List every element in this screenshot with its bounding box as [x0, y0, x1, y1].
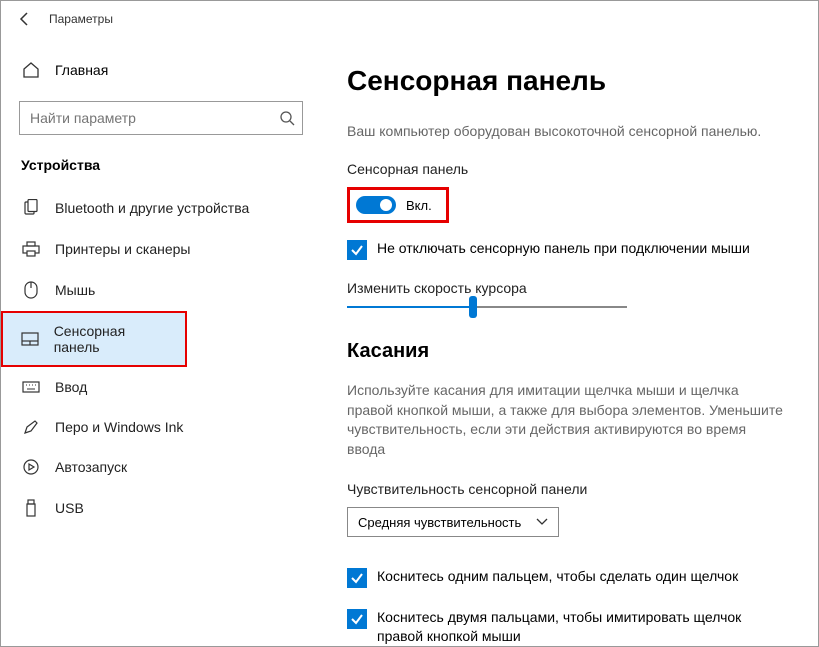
- autoplay-icon: [21, 459, 41, 475]
- nav-item-autoplay[interactable]: Автозапуск: [1, 447, 321, 487]
- nav-item-typing[interactable]: Ввод: [1, 367, 321, 407]
- nav-item-usb[interactable]: USB: [1, 487, 321, 529]
- bluetooth-icon: [21, 199, 41, 217]
- section-label: Устройства: [1, 157, 321, 187]
- cursor-speed-setting: Изменить скорость курсора: [347, 280, 792, 308]
- tap-double-row: Коснитесь двумя пальцами, чтобы имитиров…: [347, 608, 787, 646]
- pen-icon: [21, 419, 41, 435]
- nav-item-bluetooth[interactable]: Bluetooth и другие устройства: [1, 187, 321, 229]
- check-icon: [350, 571, 364, 585]
- slider-fill: [347, 306, 473, 308]
- nav-item-label: Мышь: [55, 282, 95, 298]
- home-icon: [21, 61, 41, 79]
- nav-item-label: Bluetooth и другие устройства: [55, 200, 249, 216]
- nav-item-label: Сенсорная панель: [54, 323, 167, 355]
- tap-single-checkbox[interactable]: [347, 568, 367, 588]
- tap-single-row: Коснитесь одним пальцем, чтобы сделать о…: [347, 567, 787, 588]
- back-button[interactable]: [9, 3, 41, 35]
- slider-thumb[interactable]: [469, 296, 477, 318]
- highlight-toggle: Вкл.: [347, 187, 449, 223]
- nav-home[interactable]: Главная: [1, 53, 321, 87]
- main-content: Сенсорная панель Ваш компьютер оборудова…: [321, 37, 818, 646]
- toggle-state: Вкл.: [406, 198, 432, 213]
- search-wrap: [19, 101, 303, 135]
- cursor-speed-label: Изменить скорость курсора: [347, 280, 792, 296]
- touches-heading: Касания: [347, 340, 792, 363]
- keep-on-mouse-row: Не отключать сенсорную панель при подклю…: [347, 239, 787, 260]
- search-icon: [279, 110, 295, 126]
- page-title: Сенсорная панель: [347, 65, 792, 97]
- check-icon: [350, 243, 364, 257]
- nav-item-label: Перо и Windows Ink: [55, 419, 183, 435]
- nav-item-label: Принтеры и сканеры: [55, 241, 190, 257]
- cursor-speed-slider[interactable]: [347, 306, 627, 308]
- printer-icon: [21, 241, 41, 257]
- sidebar: Главная Устройства Bluetooth и другие ус…: [1, 37, 321, 646]
- keep-on-mouse-checkbox[interactable]: [347, 240, 367, 260]
- tap-double-label: Коснитесь двумя пальцами, чтобы имитиров…: [377, 608, 787, 646]
- nav-item-mouse[interactable]: Мышь: [1, 269, 321, 311]
- usb-icon: [21, 499, 41, 517]
- touchpad-toggle-label: Сенсорная панель: [347, 161, 792, 177]
- touchpad-toggle[interactable]: [356, 196, 396, 214]
- sensitivity-value: Средняя чувствительность: [358, 515, 521, 530]
- search-input[interactable]: [19, 101, 303, 135]
- tap-single-label: Коснитесь одним пальцем, чтобы сделать о…: [377, 567, 738, 586]
- nav-item-label: Ввод: [55, 379, 87, 395]
- window-title: Параметры: [49, 12, 113, 26]
- touches-description: Используйте касания для имитации щелчка …: [347, 381, 787, 459]
- chevron-down-icon: [536, 518, 548, 526]
- nav-item-label: Автозапуск: [55, 459, 127, 475]
- sensitivity-dropdown[interactable]: Средняя чувствительность: [347, 507, 559, 537]
- arrow-left-icon: [17, 11, 33, 27]
- keep-on-mouse-label: Не отключать сенсорную панель при подклю…: [377, 239, 750, 258]
- page-description: Ваш компьютер оборудован высокоточной се…: [347, 123, 792, 139]
- sensitivity-label: Чувствительность сенсорной панели: [347, 481, 792, 497]
- mouse-icon: [21, 281, 41, 299]
- titlebar: Параметры: [1, 1, 818, 37]
- keyboard-icon: [21, 381, 41, 393]
- nav-home-label: Главная: [55, 62, 108, 78]
- nav-item-touchpad[interactable]: Сенсорная панель: [1, 311, 187, 367]
- touchpad-icon: [21, 332, 40, 346]
- nav-item-label: USB: [55, 500, 84, 516]
- nav-item-printers[interactable]: Принтеры и сканеры: [1, 229, 321, 269]
- nav-item-pen[interactable]: Перо и Windows Ink: [1, 407, 321, 447]
- tap-double-checkbox[interactable]: [347, 609, 367, 629]
- check-icon: [350, 612, 364, 626]
